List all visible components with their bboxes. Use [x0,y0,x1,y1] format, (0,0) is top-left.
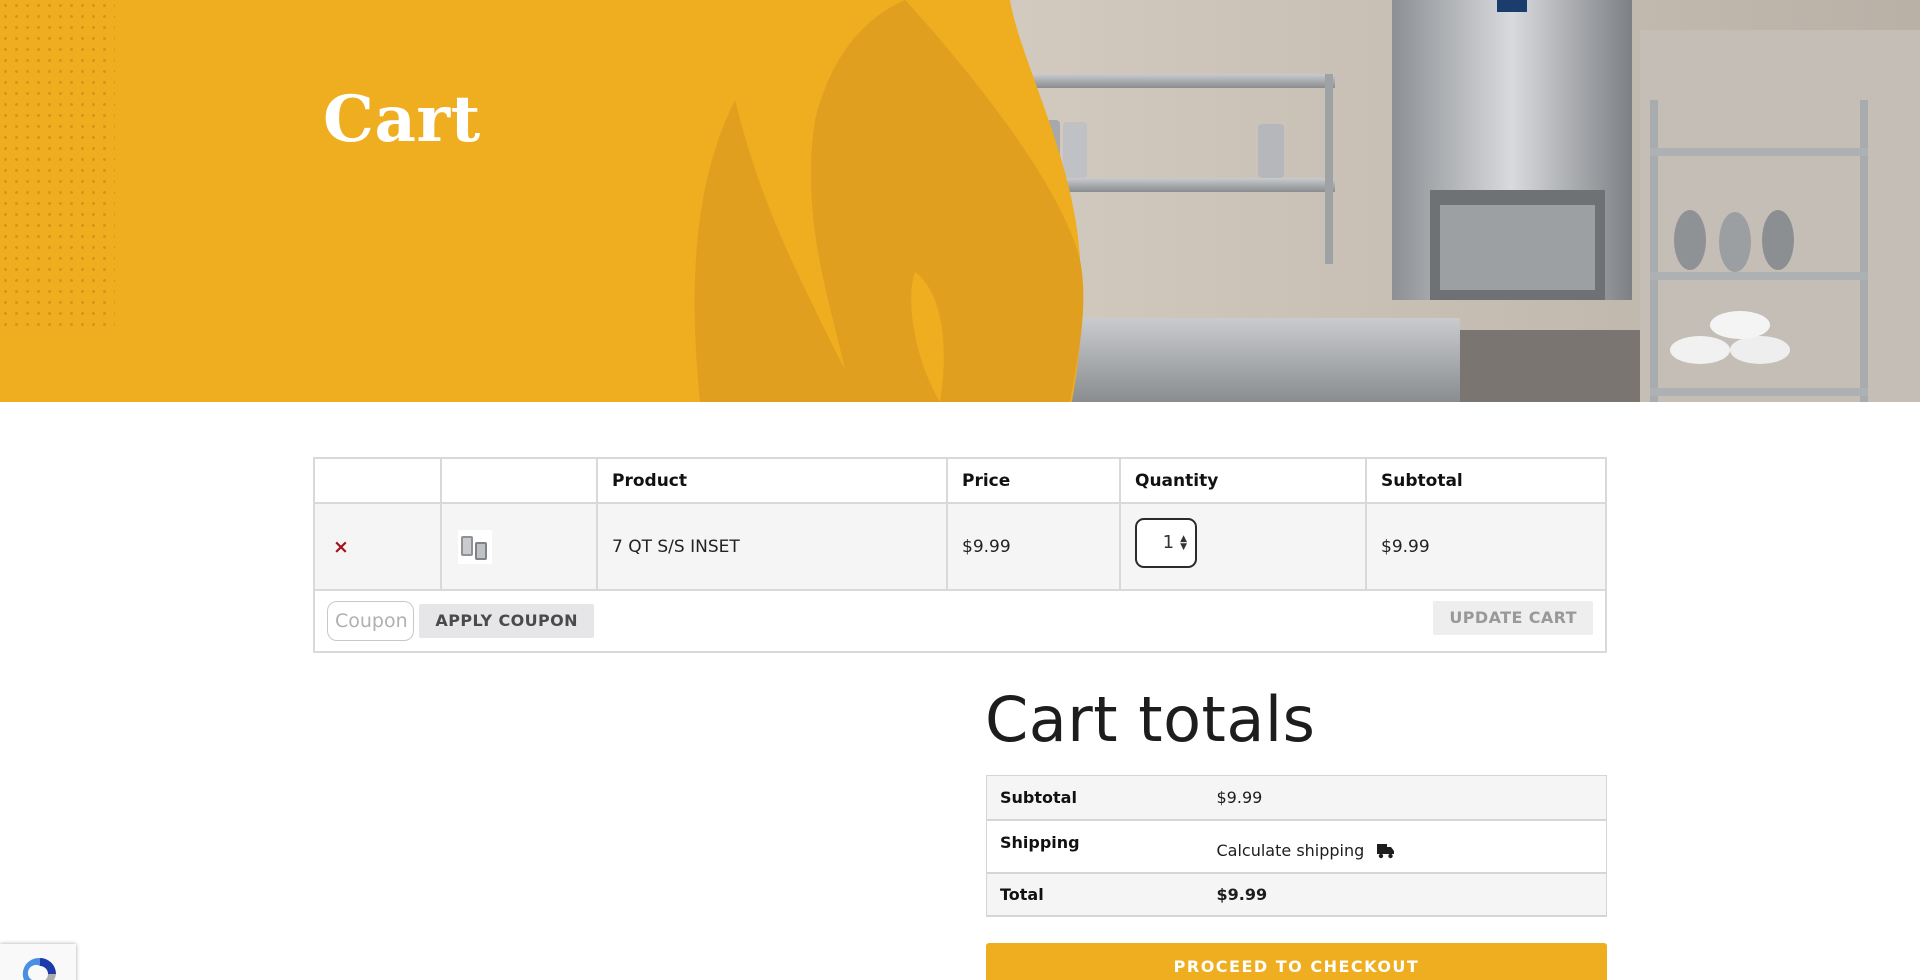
total-value: $9.99 [1203,872,1607,917]
calculate-shipping-link[interactable]: Calculate shipping [1217,841,1365,860]
product-price: $9.99 [946,502,1121,591]
apply-coupon-button[interactable]: APPLY COUPON [419,604,594,638]
page-title: Cart [323,82,481,157]
header-price: Price [946,457,1121,504]
cart-table-header-row: Product Price Quantity Subtotal [313,457,1607,504]
product-subtotal: $9.99 [1365,502,1607,591]
cart-totals-table: Subtotal $9.99 Shipping Calculate shippi… [986,775,1607,917]
header-quantity: Quantity [1119,457,1367,504]
quantity-cell: 1 ▲ ▼ [1119,502,1367,591]
total-label: Total [986,872,1204,917]
product-thumbnail[interactable] [458,529,492,564]
update-cart-button[interactable]: UPDATE CART [1433,601,1593,635]
pitcher-image-icon [458,529,492,564]
totals-shipping-row: Shipping Calculate shipping [986,819,1607,874]
cart-table: Product Price Quantity Subtotal × 7 QT S… [313,457,1607,653]
thumbnail-cell [440,502,598,591]
remove-cell: × [313,502,442,591]
totals-total-row: Total $9.99 [986,872,1607,917]
header-product: Product [596,457,948,504]
hero-kitchen-photo [694,0,1920,402]
totals-subtotal-row: Subtotal $9.99 [986,775,1607,821]
product-name[interactable]: 7 QT S/S INSET [596,502,948,591]
cart-actions-cell: APPLY COUPON UPDATE CART [313,589,1607,653]
shipping-label: Shipping [986,819,1204,874]
header-thumbnail [440,457,598,504]
spinner-down-icon[interactable]: ▼ [1180,542,1187,551]
recaptcha-icon [22,957,56,980]
hero-dot-pattern [0,0,115,330]
shipping-value-cell: Calculate shipping [1203,819,1607,874]
recaptcha-badge[interactable] [0,944,76,980]
subtotal-value: $9.99 [1203,775,1607,821]
subtotal-label: Subtotal [986,775,1204,821]
proceed-to-checkout-button[interactable]: PROCEED TO CHECKOUT [986,943,1607,980]
quantity-spinner[interactable]: ▲ ▼ [1180,534,1187,551]
cart-totals-title: Cart totals [985,683,1316,756]
coupon-input[interactable] [327,601,414,641]
header-subtotal: Subtotal [1365,457,1607,504]
cart-actions-row: APPLY COUPON UPDATE CART [313,589,1607,653]
remove-icon[interactable]: × [329,536,349,558]
cart-item-row: × 7 QT S/S INSET $9.99 1 ▲ ▼ $9.99 [313,502,1607,591]
header-remove [313,457,442,504]
quantity-stepper[interactable]: 1 ▲ ▼ [1135,517,1197,568]
hero-banner: Cart [0,0,1920,402]
quantity-value[interactable]: 1 [1163,532,1174,553]
truck-icon[interactable] [1377,843,1395,859]
